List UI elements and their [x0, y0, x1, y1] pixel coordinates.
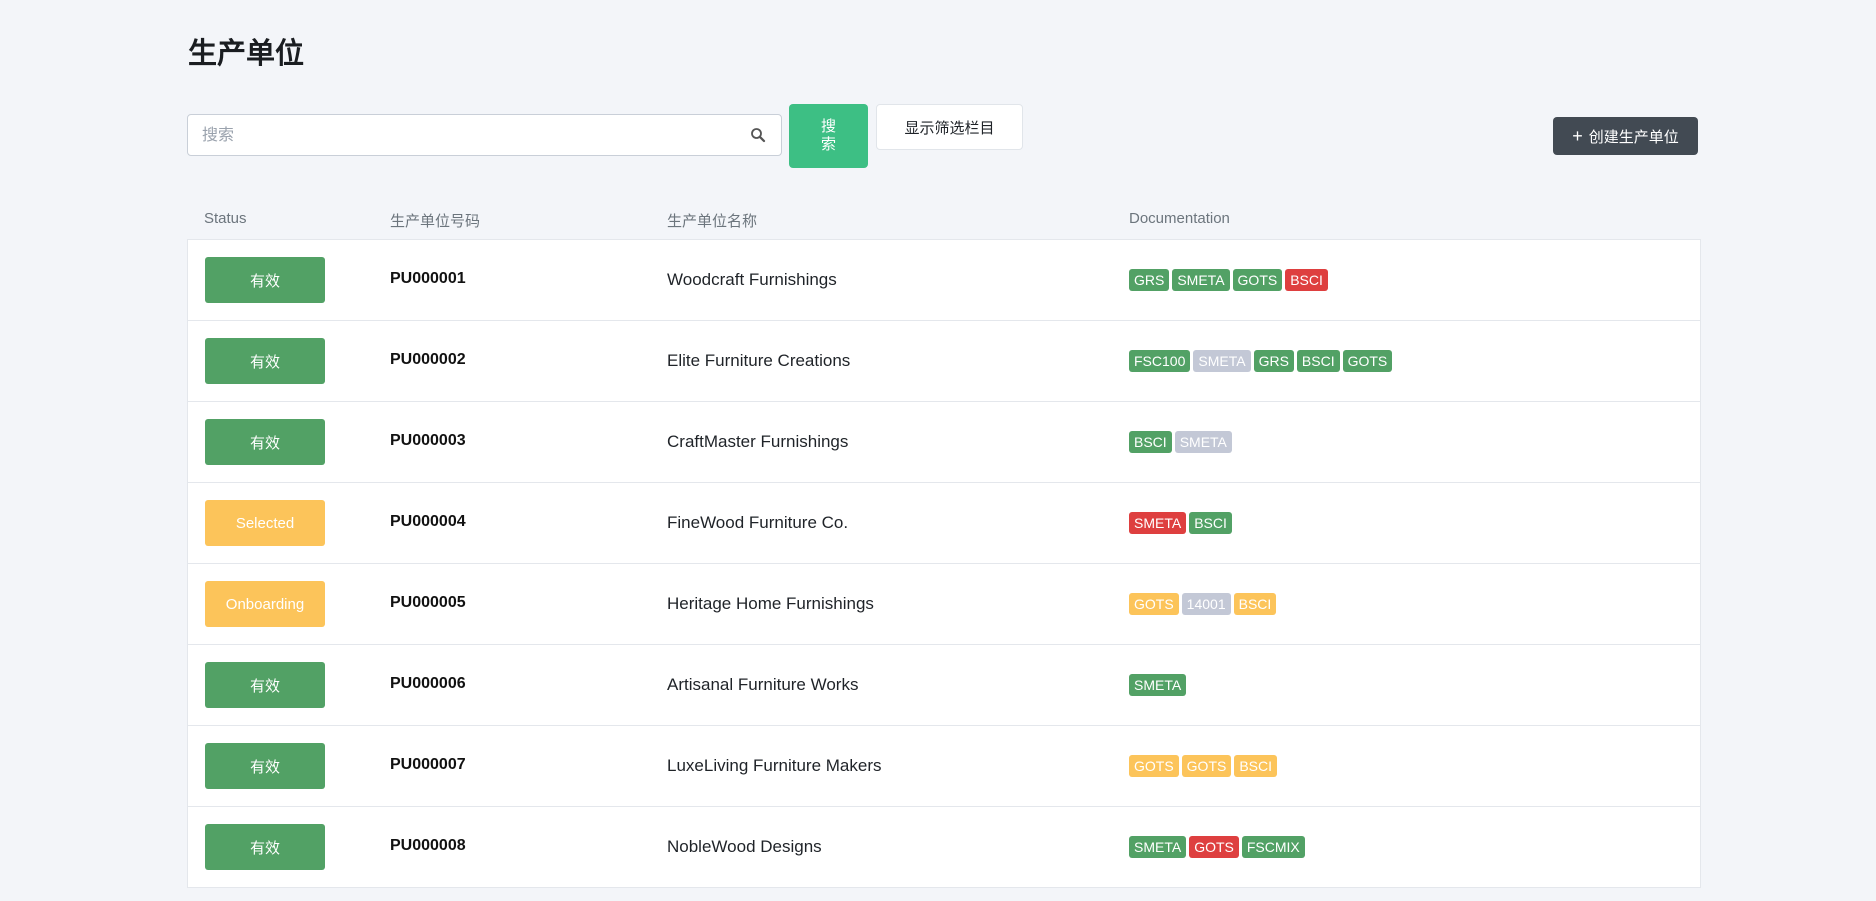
production-unit-code[interactable]: PU000003: [390, 432, 466, 450]
documentation-tag: BSCI: [1234, 755, 1278, 777]
table-row[interactable]: 有效 PU000002 Elite Furniture Creations FSC10…: [188, 321, 1700, 402]
documentation-tag: GOTS: [1189, 836, 1239, 858]
documentation-tag: GOTS: [1181, 755, 1232, 777]
documentation-tags: SMETA GOTS FSCMIX: [1129, 836, 1305, 858]
documentation-tag: 14001: [1181, 593, 1231, 615]
production-unit-name: Elite Furniture Creations: [667, 351, 851, 370]
documentation-tag: SMETA: [1129, 512, 1187, 534]
documentation-tag: GOTS: [1129, 593, 1179, 615]
status-badge: Selected: [205, 500, 325, 546]
documentation-tag: FSCMIX: [1241, 836, 1305, 858]
toolbar: 搜索 显示筛选栏目 + 创建生产单位: [187, 104, 1698, 168]
documentation-tag: GOTS: [1129, 755, 1179, 777]
production-unit-name: NobleWood Designs: [667, 837, 822, 856]
search-button[interactable]: 搜索: [789, 104, 868, 168]
production-unit-code[interactable]: PU000006: [390, 675, 466, 693]
documentation-tag: SMETA: [1172, 269, 1230, 291]
documentation-tag: SMETA: [1129, 836, 1187, 858]
table-row[interactable]: 有效 PU000003 CraftMaster Furnishings BSCI SME…: [188, 402, 1700, 483]
documentation-tag: BSCI: [1129, 431, 1172, 453]
documentation-tag: SMETA: [1193, 350, 1251, 372]
production-unit-name: Woodcraft Furnishings: [667, 270, 837, 289]
table-row[interactable]: Onboarding PU000005 Heritage Home Furnishi…: [188, 564, 1700, 645]
table-row[interactable]: 有效 PU000007 LuxeLiving Furniture Makers GOT…: [188, 726, 1700, 807]
documentation-tag: BSCI: [1285, 269, 1328, 291]
table-row[interactable]: Selected PU000004 FineWood Furniture Co. SM…: [188, 483, 1700, 564]
production-unit-code[interactable]: PU000004: [390, 513, 466, 531]
status-badge: 有效: [205, 419, 325, 465]
show-filter-button[interactable]: 显示筛选栏目: [876, 104, 1023, 150]
create-button-label: 创建生产单位: [1588, 128, 1679, 146]
header-documentation[interactable]: Documentation: [1129, 210, 1230, 227]
production-unit-name: FineWood Furniture Co.: [667, 513, 849, 532]
documentation-tags: BSCI SMETA: [1129, 431, 1232, 453]
table-row[interactable]: 有效 PU000006 Artisanal Furniture Works SMETA: [188, 645, 1700, 726]
documentation-tag: BSCI: [1296, 350, 1340, 372]
production-unit-code[interactable]: PU000007: [390, 756, 466, 774]
header-status[interactable]: Status: [204, 210, 247, 227]
production-unit-name: Artisanal Furniture Works: [667, 675, 859, 694]
documentation-tag: GRS: [1253, 350, 1294, 372]
page-title: 生产单位: [188, 38, 305, 70]
table-header: Status 生产单位号码 生产单位名称 Documentation: [188, 196, 1699, 240]
header-name[interactable]: 生产单位名称: [667, 210, 757, 231]
production-unit-code[interactable]: PU000002: [390, 351, 466, 369]
documentation-tag: SMETA: [1129, 674, 1187, 696]
documentation-tags: SMETA: [1129, 674, 1187, 696]
create-production-unit-button[interactable]: + 创建生产单位: [1553, 117, 1698, 155]
production-unit-name: CraftMaster Furnishings: [667, 432, 849, 451]
production-unit-code[interactable]: PU000008: [390, 837, 466, 855]
documentation-tags: SMETA BSCI: [1129, 512, 1232, 534]
header-code[interactable]: 生产单位号码: [390, 210, 480, 231]
table-body: 有效 PU000001 Woodcraft Furnishings GRS SMETA G…: [187, 239, 1701, 888]
documentation-tag: BSCI: [1189, 512, 1232, 534]
production-unit-code[interactable]: PU000005: [390, 594, 466, 612]
production-unit-code[interactable]: PU000001: [390, 270, 466, 288]
production-unit-name: LuxeLiving Furniture Makers: [667, 756, 882, 775]
status-badge: 有效: [205, 662, 325, 708]
status-badge: 有效: [205, 824, 325, 870]
search-box: [187, 114, 782, 157]
documentation-tag: GOTS: [1232, 269, 1283, 291]
table-row[interactable]: 有效 PU000001 Woodcraft Furnishings GRS SMETA G…: [188, 240, 1700, 321]
search-icon[interactable]: [749, 126, 767, 144]
plus-icon: +: [1572, 126, 1583, 146]
page: 生产单位 搜索 显示筛选栏目 + 创建生产单位 Status 生产单位号码 生产…: [0, 0, 1876, 901]
status-badge: 有效: [205, 338, 325, 384]
status-badge: Onboarding: [205, 581, 325, 627]
table-row[interactable]: 有效 PU000008 NobleWood Designs SMETA GOTS FSCM…: [188, 807, 1700, 888]
documentation-tags: GOTS GOTS BSCI: [1129, 755, 1278, 777]
documentation-tags: GOTS 14001 BSCI: [1129, 593, 1277, 615]
production-unit-name: Heritage Home Furnishings: [667, 594, 874, 613]
status-badge: 有效: [205, 743, 325, 789]
status-badge: 有效: [205, 257, 325, 303]
documentation-tags: FSC100 SMETA GRS BSCI GOTS: [1129, 350, 1393, 372]
documentation-tag: BSCI: [1233, 593, 1277, 615]
documentation-tag: GOTS: [1342, 350, 1393, 372]
documentation-tag: GRS: [1129, 269, 1170, 291]
documentation-tags: GRS SMETA GOTS BSCI: [1129, 269, 1328, 291]
documentation-tag: FSC100: [1129, 350, 1191, 372]
search-input[interactable]: [200, 115, 744, 157]
documentation-tag: SMETA: [1174, 431, 1232, 453]
